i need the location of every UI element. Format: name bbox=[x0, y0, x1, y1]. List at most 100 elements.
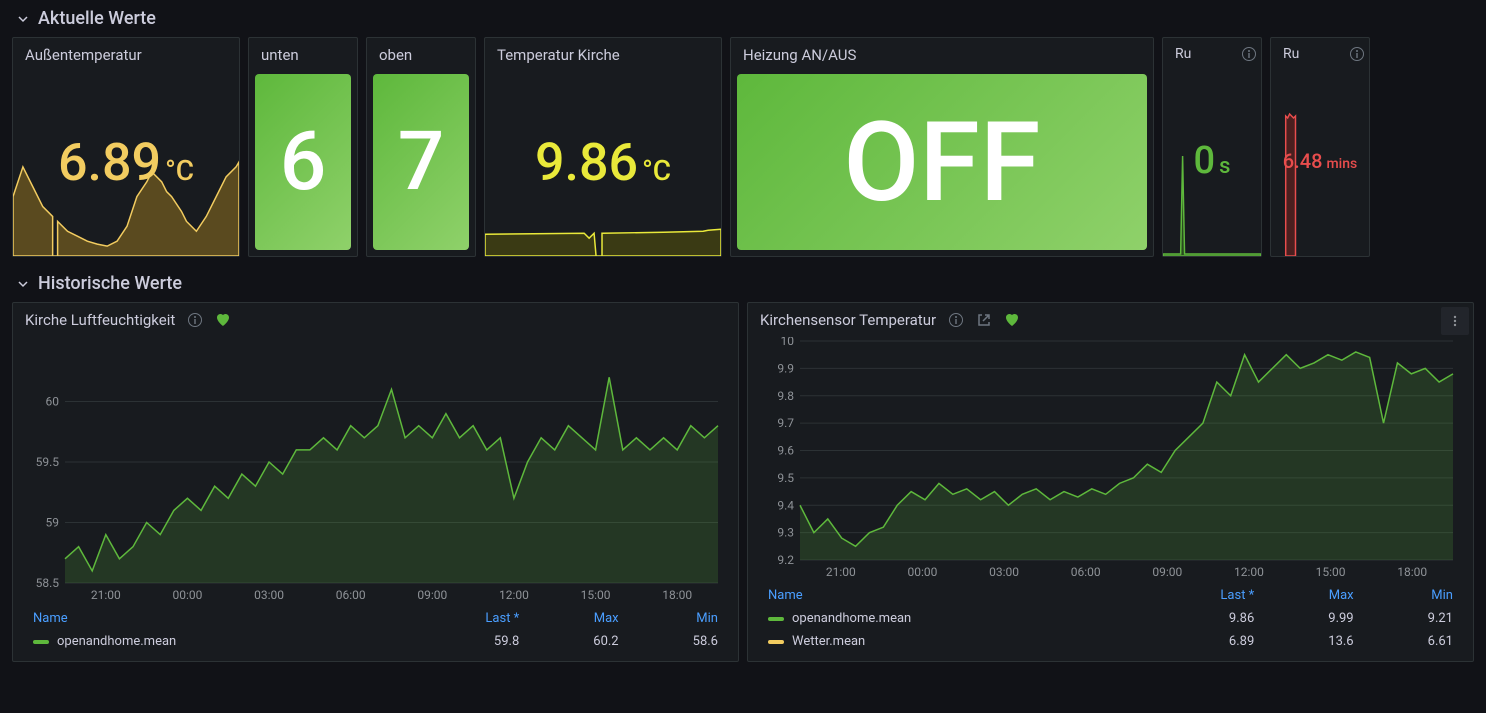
chart-plot-temperature[interactable]: 9.2 9.3 9.4 9.5 9.6 9.7 9.8 9.9 10 21:00 00:00 03:0… bbox=[760, 337, 1461, 580]
svg-text:18:00: 18:00 bbox=[662, 588, 692, 602]
external-link-icon[interactable] bbox=[976, 312, 992, 328]
legend-value: 9.86 bbox=[1143, 607, 1263, 630]
svg-text:06:00: 06:00 bbox=[336, 588, 366, 602]
legend-value: 60.2 bbox=[527, 630, 626, 653]
svg-text:18:00: 18:00 bbox=[1397, 565, 1427, 579]
chart-title: Kirchensensor Temperatur bbox=[760, 311, 936, 329]
legend-header[interactable]: Last * bbox=[408, 607, 528, 630]
svg-text:9.9: 9.9 bbox=[777, 361, 794, 375]
oben-value: 7 bbox=[373, 74, 469, 250]
section-header-historic[interactable]: Historische Werte bbox=[0, 265, 1486, 302]
svg-text:9.8: 9.8 bbox=[777, 389, 794, 403]
series-name: openandhome.mean bbox=[57, 634, 176, 649]
panel-menu-button[interactable] bbox=[1441, 307, 1469, 335]
panel-title: Ru bbox=[1271, 38, 1369, 66]
info-icon[interactable] bbox=[1241, 46, 1257, 62]
heart-icon[interactable] bbox=[215, 312, 231, 328]
info-icon[interactable] bbox=[1349, 46, 1365, 62]
panel-humidity-chart[interactable]: Kirche Luftfeuchtigkeit 58.55959.56021:0… bbox=[12, 302, 739, 662]
svg-text:00:00: 00:00 bbox=[172, 588, 202, 602]
series-name: openandhome.mean bbox=[792, 611, 911, 626]
svg-text:12:00: 12:00 bbox=[499, 588, 529, 602]
ru1-value: 0 bbox=[1194, 139, 1216, 183]
heating-value: OFF bbox=[737, 74, 1147, 250]
ru2-value: 6.48 bbox=[1283, 149, 1323, 173]
series-swatch bbox=[768, 640, 784, 644]
svg-text:10: 10 bbox=[781, 337, 795, 348]
outside-temp-value: 6.89 bbox=[58, 132, 161, 193]
svg-text:59.5: 59.5 bbox=[36, 455, 60, 469]
legend-value: 9.99 bbox=[1262, 607, 1361, 630]
svg-text:15:00: 15:00 bbox=[581, 588, 611, 602]
panel-kirche-temp[interactable]: Temperatur Kirche 9.86 °C bbox=[484, 37, 722, 257]
svg-text:03:00: 03:00 bbox=[254, 588, 284, 602]
legend-row[interactable]: openandhome.mean 9.869.999.21 bbox=[760, 607, 1461, 630]
legend-header[interactable]: Max bbox=[527, 607, 626, 630]
series-name: Wetter.mean bbox=[792, 634, 865, 649]
series-swatch bbox=[768, 617, 784, 621]
legend-header[interactable]: Max bbox=[1262, 584, 1361, 607]
svg-text:9.6: 9.6 bbox=[777, 444, 794, 458]
svg-text:00:00: 00:00 bbox=[907, 565, 937, 579]
svg-text:9.2: 9.2 bbox=[777, 553, 794, 567]
svg-text:12:00: 12:00 bbox=[1234, 565, 1264, 579]
svg-text:9.5: 9.5 bbox=[777, 471, 794, 485]
series-swatch bbox=[33, 640, 49, 644]
legend-header[interactable]: Name bbox=[760, 584, 1143, 607]
legend-table-humidity: NameLast *MaxMin openandhome.mean59.860.… bbox=[25, 607, 726, 653]
panel-heating[interactable]: Heizung AN/AUS OFF bbox=[730, 37, 1154, 257]
current-values-row: Außentemperatur 6.89 °C unten 6 oben 7 T… bbox=[0, 37, 1486, 265]
info-icon[interactable] bbox=[948, 312, 964, 328]
chart-title: Kirche Luftfeuchtigkeit bbox=[25, 311, 175, 329]
legend-value: 9.21 bbox=[1362, 607, 1461, 630]
panel-title: unten bbox=[249, 38, 357, 68]
kirche-temp-value: 9.86 bbox=[535, 132, 638, 193]
section-header-current[interactable]: Aktuelle Werte bbox=[0, 0, 1486, 37]
unten-value: 6 bbox=[255, 74, 351, 250]
kirche-temp-unit: °C bbox=[642, 154, 671, 187]
heart-icon[interactable] bbox=[1004, 312, 1020, 328]
svg-text:06:00: 06:00 bbox=[1071, 565, 1101, 579]
chevron-down-icon bbox=[16, 277, 30, 291]
section-title: Aktuelle Werte bbox=[38, 8, 156, 29]
ru2-unit: mins bbox=[1326, 156, 1357, 172]
legend-table-temperature: NameLast *MaxMin openandhome.mean 9.869.9… bbox=[760, 584, 1461, 653]
panel-title: oben bbox=[367, 38, 475, 68]
svg-text:59: 59 bbox=[46, 516, 60, 530]
legend-value: 6.61 bbox=[1362, 630, 1461, 653]
svg-text:15:00: 15:00 bbox=[1316, 565, 1346, 579]
section-title: Historische Werte bbox=[38, 273, 182, 294]
panel-temperature-chart[interactable]: Kirchensensor Temperatur 9.2 9.3 9.4 9.5 9.6… bbox=[747, 302, 1474, 662]
panel-ru2[interactable]: Ru 6.48 mins bbox=[1270, 37, 1370, 257]
panel-outside-temp[interactable]: Außentemperatur 6.89 °C bbox=[12, 37, 240, 257]
legend-value: 58.6 bbox=[627, 630, 726, 653]
ru1-title: Ru bbox=[1175, 46, 1191, 62]
panel-oben[interactable]: oben 7 bbox=[366, 37, 476, 257]
svg-text:9.4: 9.4 bbox=[777, 498, 794, 512]
info-icon[interactable] bbox=[187, 312, 203, 328]
svg-text:09:00: 09:00 bbox=[1152, 565, 1182, 579]
panel-title: Temperatur Kirche bbox=[485, 38, 721, 68]
svg-text:03:00: 03:00 bbox=[989, 565, 1019, 579]
legend-header[interactable]: Min bbox=[627, 607, 726, 630]
historic-row: Kirche Luftfeuchtigkeit 58.55959.56021:0… bbox=[0, 302, 1486, 662]
outside-temp-unit: °C bbox=[165, 154, 194, 187]
legend-header[interactable]: Last * bbox=[1143, 584, 1263, 607]
ru2-title: Ru bbox=[1283, 46, 1299, 62]
svg-text:21:00: 21:00 bbox=[91, 588, 121, 602]
legend-value: 13.6 bbox=[1262, 630, 1361, 653]
ru1-unit: s bbox=[1219, 154, 1230, 179]
svg-text:9.3: 9.3 bbox=[777, 526, 794, 540]
legend-header[interactable]: Name bbox=[25, 607, 408, 630]
panel-title: Ru bbox=[1163, 38, 1261, 66]
panel-unten[interactable]: unten 6 bbox=[248, 37, 358, 257]
legend-row[interactable]: Wetter.mean6.8913.66.61 bbox=[760, 630, 1461, 653]
svg-text:09:00: 09:00 bbox=[417, 588, 447, 602]
svg-text:21:00: 21:00 bbox=[826, 565, 856, 579]
legend-row[interactable]: openandhome.mean59.860.258.6 bbox=[25, 630, 726, 653]
chart-plot-humidity[interactable]: 58.55959.56021:0000:0003:0006:0009:0012:… bbox=[25, 337, 726, 603]
panel-ru1[interactable]: Ru 0 s bbox=[1162, 37, 1262, 257]
legend-header[interactable]: Min bbox=[1362, 584, 1461, 607]
svg-text:60: 60 bbox=[46, 395, 60, 409]
svg-text:9.7: 9.7 bbox=[777, 416, 794, 430]
